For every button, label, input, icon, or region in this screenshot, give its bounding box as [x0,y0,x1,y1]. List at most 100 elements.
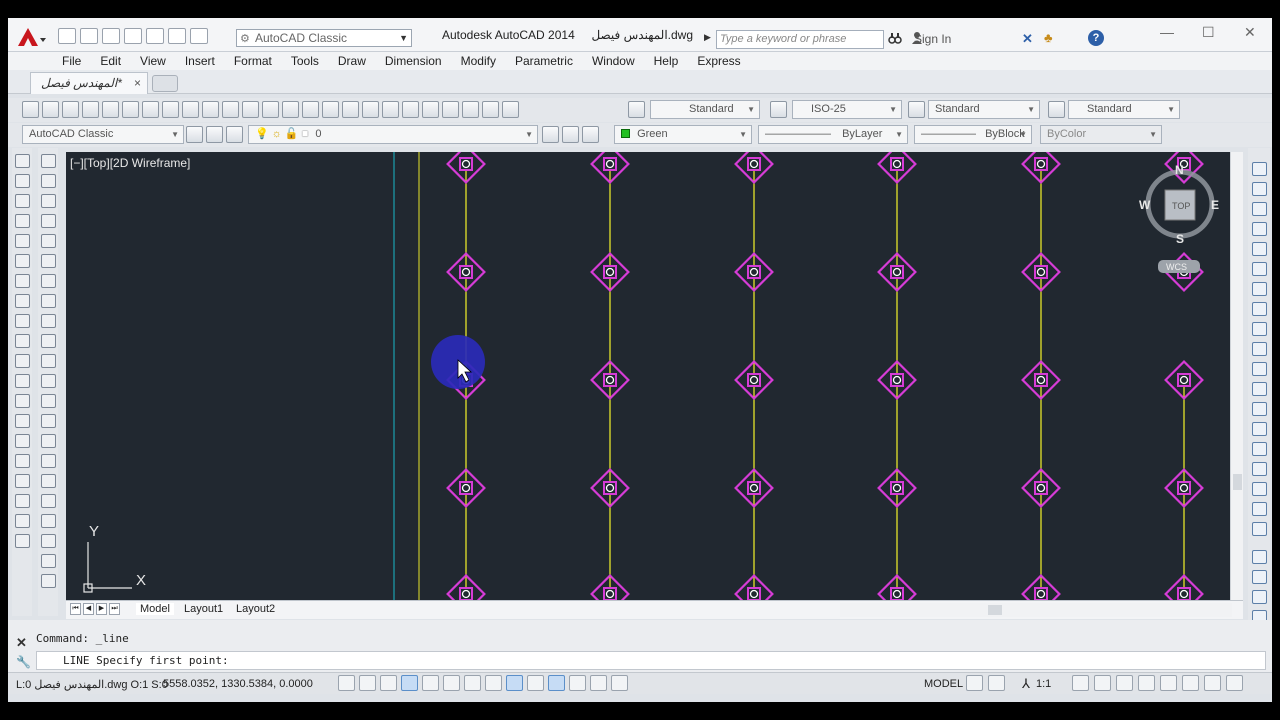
tool-20-icon[interactable] [1252,550,1267,564]
first-layout-icon[interactable]: ⏮ [70,603,81,615]
hardware-acceleration-icon[interactable] [1160,675,1177,691]
ortho-mode-icon[interactable] [401,675,418,691]
zoom-previous-icon[interactable] [362,101,379,118]
rectangle-icon[interactable] [15,234,30,248]
construction-line-icon[interactable] [15,174,30,188]
spline-icon[interactable] [15,314,30,328]
tab-layout1[interactable]: Layout1 [184,603,223,615]
tool-21-icon[interactable] [1252,570,1267,584]
document-tab[interactable]: المهندس فيصل* × [30,72,148,94]
clean-screen-icon[interactable] [1226,675,1243,691]
layer-dropdown[interactable]: 💡 ☼ 🔓 ■ 0 ▼ [248,125,538,144]
snap-mode-icon[interactable] [359,675,376,691]
plotstyle-dropdown[interactable]: ByColor ▼ [1040,125,1162,144]
make-block-icon[interactable] [15,394,30,408]
menu-help[interactable]: Help [654,52,679,70]
open-file-icon[interactable] [42,101,59,118]
autocad-logo-icon[interactable] [14,24,50,50]
quick-view-layouts-icon[interactable] [966,675,983,691]
properties-icon[interactable] [382,101,399,118]
save-as-icon[interactable] [124,28,142,44]
circle-icon[interactable] [15,274,30,288]
table-style-dropdown[interactable]: Standard ▼ [928,100,1040,119]
menu-modify[interactable]: Modify [461,52,496,70]
customize-wrench-icon[interactable]: 🔧 [16,655,31,669]
break-icon[interactable] [41,374,56,388]
menu-file[interactable]: File [62,52,81,70]
tool-5-icon[interactable] [1252,242,1267,256]
qnew-icon[interactable] [22,101,39,118]
move-icon[interactable] [41,254,56,268]
area-icon[interactable] [41,554,56,568]
ellipse-icon[interactable] [15,334,30,348]
workspace-dropdown[interactable]: ⚙ AutoCAD Classic ▼ [236,29,412,47]
print-icon[interactable] [82,101,99,118]
annotation-scale[interactable]: 1:1 [1036,678,1051,690]
make-current-icon[interactable] [542,126,559,143]
cut-icon[interactable] [162,101,179,118]
design-center-icon[interactable] [402,101,419,118]
tool-9-icon[interactable] [1252,322,1267,336]
close-icon[interactable]: ✕ [1244,24,1256,41]
table-style-icon[interactable] [908,101,925,118]
grid-display-icon[interactable] [380,675,397,691]
dim-style-icon[interactable] [770,101,787,118]
offset-icon[interactable] [41,214,56,228]
join-icon[interactable] [41,394,56,408]
horizontal-scroll-thumb[interactable] [988,605,1002,615]
lineweight-dropdown[interactable]: ————— ByBlock ▼ [914,125,1032,144]
lineweight-icon[interactable] [548,675,565,691]
calculator-icon[interactable] [482,101,499,118]
3d-object-snap-icon[interactable] [464,675,481,691]
polar-tracking-icon[interactable] [422,675,439,691]
workspace-settings-icon[interactable] [186,126,203,143]
binoculars-icon[interactable] [888,31,902,45]
object-snap-tracking-icon[interactable] [485,675,502,691]
viewcube[interactable]: TOP N S E W WCS [1139,163,1219,273]
last-layout-icon[interactable]: ⏭ [109,603,120,615]
tab-model[interactable]: Model [136,603,174,615]
scale-icon[interactable] [41,294,56,308]
tool-11-icon[interactable] [1252,362,1267,376]
pencil-icon[interactable] [41,574,56,588]
workspace-switching-icon[interactable] [1116,675,1133,691]
next-layout-icon[interactable]: ▶ [96,603,107,615]
tool-3-icon[interactable] [1252,202,1267,216]
mleader-style-dropdown[interactable]: Standard ▼ [1068,100,1180,119]
auto-scale-icon[interactable] [1094,675,1111,691]
menu-tools[interactable]: Tools [291,52,319,70]
transparency-icon[interactable] [569,675,586,691]
tool-palettes-icon[interactable] [422,101,439,118]
viewcube-west-label[interactable]: W [1139,198,1151,212]
lock-ui-icon[interactable] [1138,675,1155,691]
color-dropdown[interactable]: Green ▼ [614,125,752,144]
paste-icon[interactable] [202,101,219,118]
new-icon[interactable] [58,28,76,44]
region-icon[interactable] [15,474,30,488]
viewcube-east-label[interactable]: E [1211,198,1219,212]
plot-preview-icon[interactable] [102,101,119,118]
mleader-style-icon[interactable] [1048,101,1065,118]
tool-14-icon[interactable] [1252,422,1267,436]
drawing-canvas[interactable]: Y X TOP N S E W WCS [−][Top][2D Wirefram… [66,152,1232,600]
tool-17-icon[interactable] [1252,482,1267,496]
model-space-toggle[interactable]: MODEL [924,678,963,690]
horizontal-scrollbar[interactable] [840,603,1232,617]
polyline-icon[interactable] [15,194,30,208]
open-icon[interactable] [80,28,98,44]
text-style-icon[interactable] [628,101,645,118]
chamfer-icon[interactable] [41,414,56,428]
close-command-line-icon[interactable]: ✕ [16,635,27,651]
command-input[interactable]: LINE Specify first point: [36,651,1266,670]
hatch-icon[interactable] [15,434,30,448]
block-editor-icon[interactable] [242,101,259,118]
dim-text-icon[interactable] [41,534,56,548]
tool-6-icon[interactable] [1252,262,1267,276]
workspace-combo[interactable]: AutoCAD Classic ▼ [22,125,184,144]
linetype-dropdown[interactable]: —————— ByLayer ▼ [758,125,908,144]
blend-icon[interactable] [41,454,56,468]
tool-7-icon[interactable] [1252,282,1267,296]
new-tab-button[interactable] [152,75,178,92]
markup-icon[interactable] [462,101,479,118]
quick-properties-icon[interactable] [590,675,607,691]
